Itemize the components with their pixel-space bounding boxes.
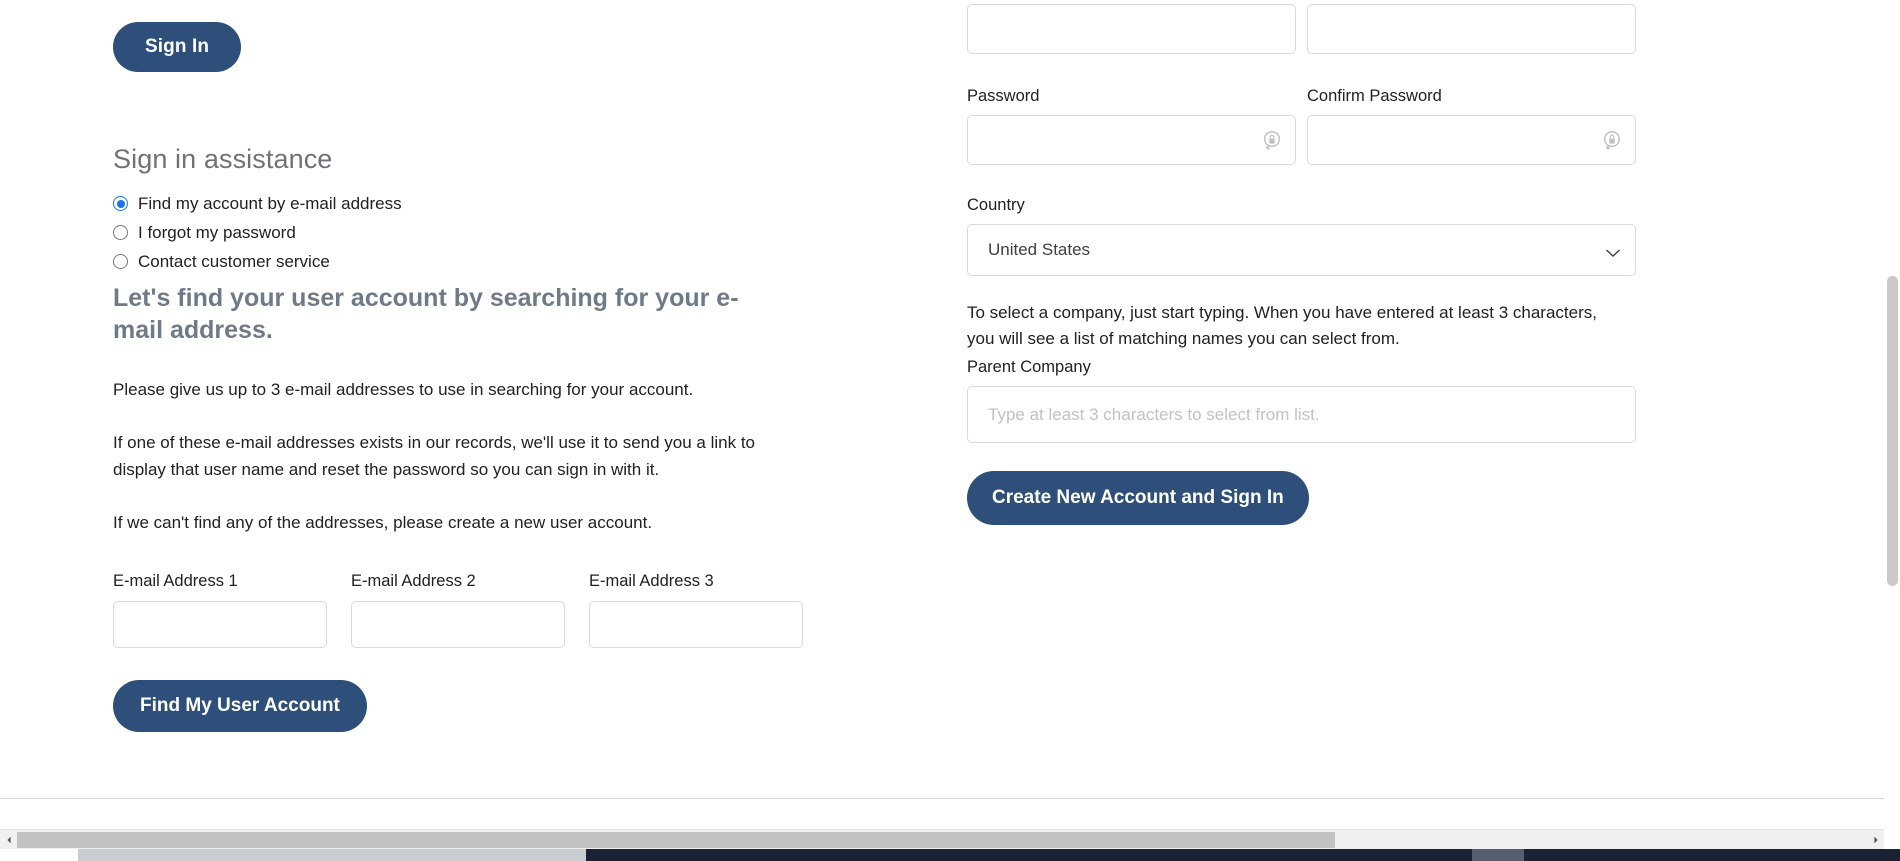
confirm-password-label: Confirm Password	[1307, 87, 1442, 105]
radio-option-contact-support[interactable]: Contact customer service	[113, 249, 923, 274]
taskbar-segment-active-window	[78, 849, 586, 861]
footer-divider	[0, 798, 1884, 799]
confirm-password-input-wrap	[1307, 115, 1636, 165]
radio-option-label: Contact customer service	[138, 251, 330, 271]
email-address-2-input[interactable]	[351, 601, 565, 648]
password-fields-row: Password Confirm Password	[967, 87, 1777, 165]
parent-company-label: Parent Company	[967, 358, 1091, 376]
horizontal-scrollbar[interactable]	[0, 829, 1884, 849]
sign-in-button[interactable]: Sign In	[113, 22, 242, 72]
radio-option-find-account[interactable]: Find my account by e-mail address	[113, 191, 923, 216]
create-account-column: Password Confirm Password Country United…	[967, 0, 1777, 525]
instruction-paragraph-2: If one of these e-mail addresses exists …	[113, 433, 756, 479]
taskbar-segment-left	[0, 849, 78, 861]
horizontal-scroll-thumb[interactable]	[17, 831, 1335, 848]
assistance-radio-group: Find my account by e-mail address I forg…	[113, 191, 923, 274]
radio-button-icon-selected[interactable]	[113, 196, 128, 211]
password-group: Password	[967, 87, 1296, 165]
email-field-3-label: E-mail Address 3	[589, 572, 714, 590]
horizontal-scroll-track[interactable]	[17, 830, 1867, 850]
radio-option-label: I forgot my password	[138, 222, 296, 242]
password-input[interactable]	[967, 115, 1296, 165]
country-label: Country	[967, 196, 1025, 214]
country-select[interactable]: United States	[967, 224, 1636, 276]
radio-option-forgot-password[interactable]: I forgot my password	[113, 220, 923, 245]
find-my-user-account-button[interactable]: Find My User Account	[113, 680, 367, 732]
page-root: Sign In Sign in assistance Find my accou…	[0, 0, 1900, 861]
last-name-input[interactable]	[1307, 4, 1636, 54]
taskbar	[0, 849, 1900, 861]
instruction-paragraph-3: If we can't find any of the addresses, p…	[113, 513, 653, 532]
last-name-group	[1307, 4, 1636, 54]
password-label: Password	[967, 87, 1040, 105]
scroll-right-arrow-icon[interactable]	[1867, 830, 1884, 850]
first-name-group	[967, 4, 1296, 54]
email-field-2-group: E-mail Address 2	[351, 572, 565, 648]
confirm-password-group: Confirm Password	[1307, 87, 1636, 165]
scroll-left-arrow-icon[interactable]	[0, 830, 17, 850]
country-select-wrap: United States	[967, 224, 1636, 276]
name-fields-row	[967, 0, 1777, 54]
confirm-password-input[interactable]	[1307, 115, 1636, 165]
sign-in-assistance-column: Sign In Sign in assistance Find my accou…	[113, 0, 923, 732]
taskbar-segment-right	[1472, 849, 1524, 861]
email-field-2-label: E-mail Address 2	[351, 572, 476, 590]
instruction-paragraph-1: Please give us up to 3 e-mail addresses …	[113, 380, 694, 399]
email-address-3-input[interactable]	[589, 601, 803, 648]
country-selected-value: United States	[988, 240, 1091, 259]
email-field-1-group: E-mail Address 1	[113, 572, 327, 648]
vertical-scrollbar[interactable]	[1884, 0, 1900, 829]
password-input-wrap	[967, 115, 1296, 165]
vertical-scroll-thumb[interactable]	[1887, 276, 1898, 586]
find-account-section-heading: Let's find your user account by searchin…	[113, 284, 739, 344]
email-field-1-label: E-mail Address 1	[113, 572, 238, 590]
radio-button-icon[interactable]	[113, 254, 128, 269]
create-new-account-button[interactable]: Create New Account and Sign In	[967, 471, 1309, 525]
sign-in-assistance-heading: Sign in assistance	[113, 144, 333, 174]
email-address-1-input[interactable]	[113, 601, 327, 648]
parent-company-input[interactable]	[967, 386, 1636, 443]
company-typeahead-hint: To select a company, just start typing. …	[967, 303, 1597, 348]
email-field-3-group: E-mail Address 3	[589, 572, 803, 648]
radio-option-label: Find my account by e-mail address	[138, 193, 402, 213]
first-name-input[interactable]	[967, 4, 1296, 54]
email-address-fields: E-mail Address 1 E-mail Address 2 E-mail…	[113, 572, 923, 648]
content-viewport: Sign In Sign in assistance Find my accou…	[0, 0, 1884, 800]
radio-button-icon[interactable]	[113, 225, 128, 240]
